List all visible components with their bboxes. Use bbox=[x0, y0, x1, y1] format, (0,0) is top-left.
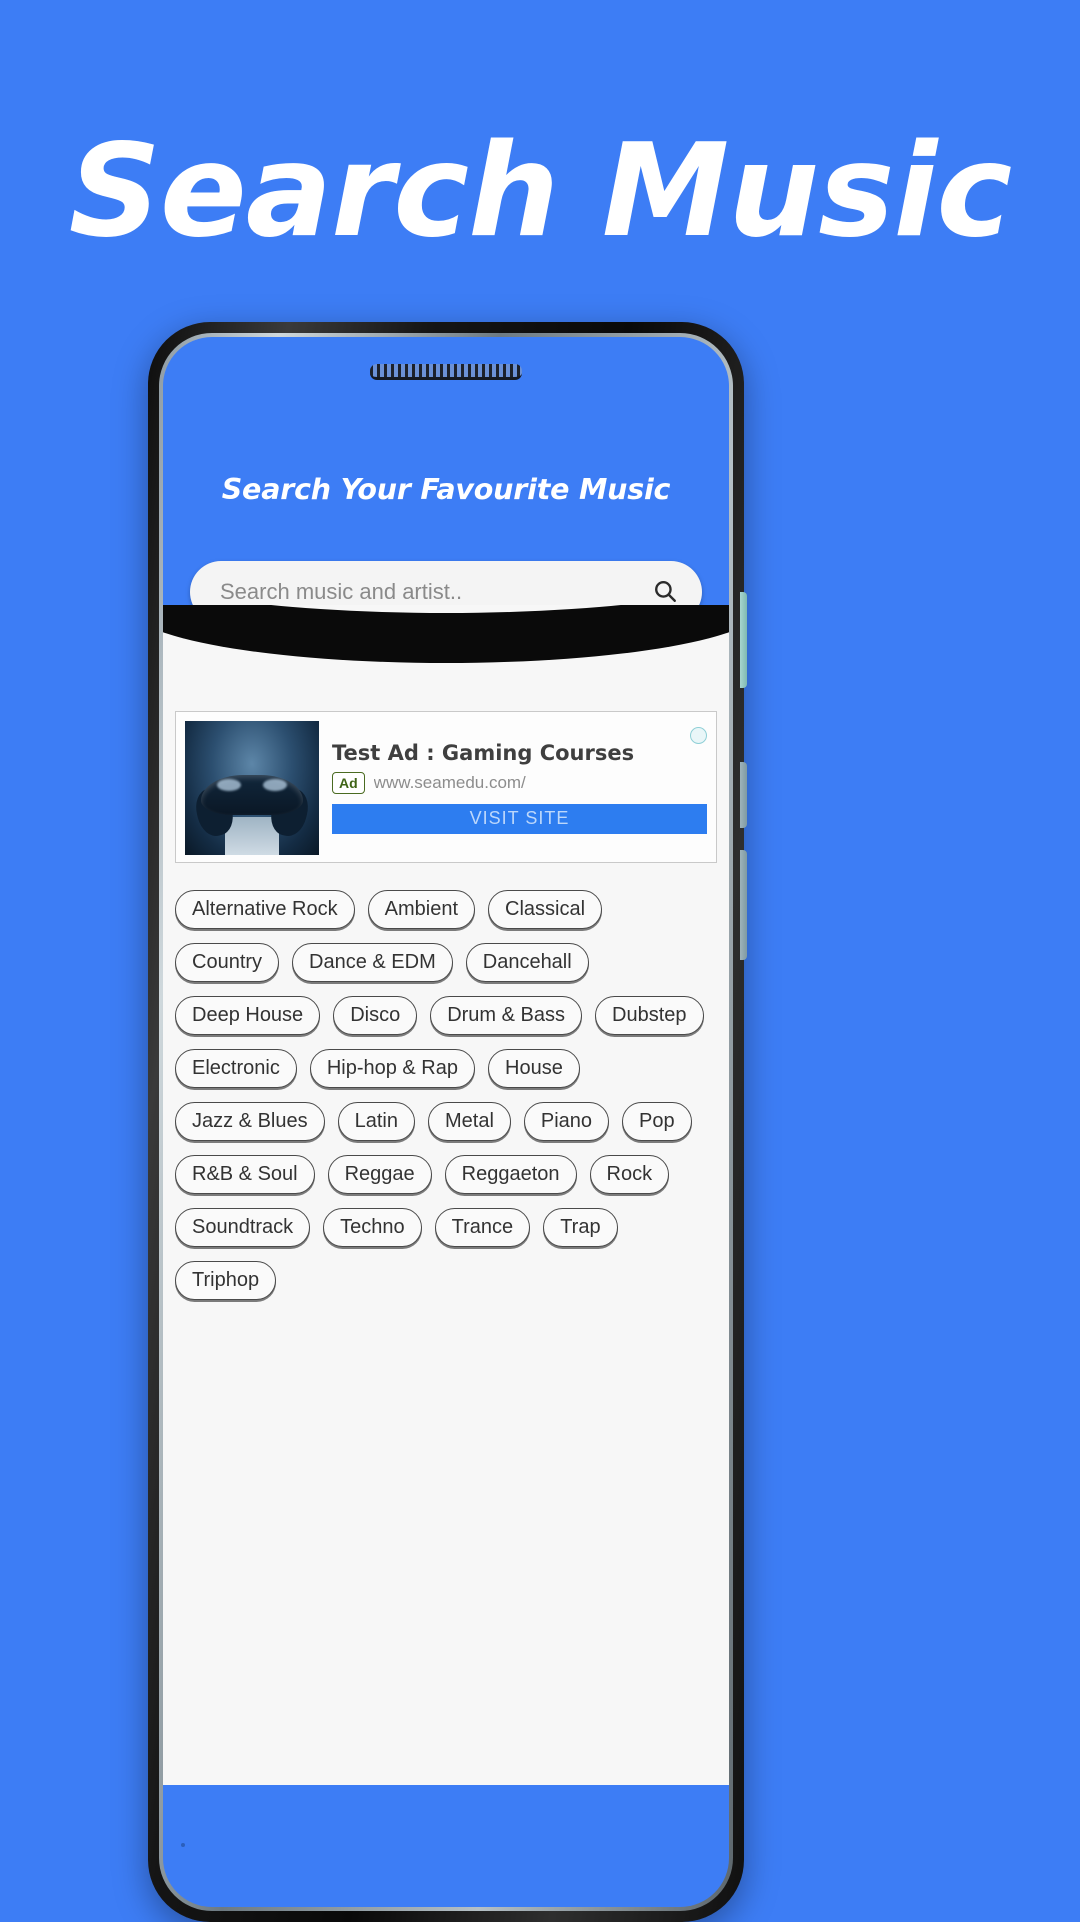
genre-chip-row: Deep House Disco Drum & Bass Dubstep bbox=[173, 996, 719, 1035]
genre-chip-row: Electronic Hip-hop & Rap House bbox=[173, 1049, 719, 1088]
genre-chip-row: Soundtrack Techno Trance Trap bbox=[173, 1208, 719, 1247]
ad-title: Test Ad : Gaming Courses bbox=[332, 740, 635, 765]
content-sheet: Test Ad : Gaming Courses Ad www.seamedu.… bbox=[163, 605, 729, 1785]
genre-chip[interactable]: R&B & Soul bbox=[175, 1155, 315, 1194]
genre-chip[interactable]: Drum & Bass bbox=[430, 996, 583, 1035]
genre-chip-row: Alternative Rock Ambient Classical bbox=[173, 890, 719, 929]
genre-chip-list: Alternative Rock Ambient Classical Country D… bbox=[173, 890, 719, 1785]
genre-chip[interactable]: Latin bbox=[337, 1102, 415, 1141]
phone-volume-down-button bbox=[740, 850, 747, 960]
search-input[interactable] bbox=[218, 578, 646, 606]
genre-chip[interactable]: Hip-hop & Rap bbox=[309, 1049, 475, 1088]
genre-chip-row: Jazz & Blues Latin Metal Piano Pop bbox=[173, 1102, 719, 1141]
phone-bezel: Search Your Favourite Music Search music… bbox=[159, 333, 733, 1911]
genre-chip[interactable]: Dancehall bbox=[465, 943, 589, 982]
genre-chip[interactable]: Techno bbox=[323, 1208, 422, 1247]
ad-badge: Ad bbox=[332, 771, 365, 794]
promo-title: Search Music bbox=[68, 117, 1013, 266]
genre-chip[interactable]: Reggae bbox=[327, 1155, 432, 1194]
search-icon bbox=[652, 578, 678, 607]
genre-chip[interactable]: Electronic bbox=[175, 1049, 297, 1088]
ad-banner[interactable]: Test Ad : Gaming Courses Ad www.seamedu.… bbox=[175, 711, 717, 863]
genre-chip[interactable]: House bbox=[488, 1049, 580, 1088]
genre-chip-row: R&B & Soul Reggae Reggaeton Rock bbox=[173, 1155, 719, 1194]
genre-chip[interactable]: Trance bbox=[434, 1208, 531, 1247]
phone-mockup: Search Your Favourite Music Search music… bbox=[148, 322, 747, 1922]
ad-url: www.seamedu.com/ bbox=[373, 772, 526, 792]
genre-chip-row: Country Dance & EDM Dancehall bbox=[173, 943, 719, 982]
genre-chip[interactable]: Ambient bbox=[367, 890, 475, 929]
genre-chip-row: Triphop bbox=[173, 1261, 719, 1300]
phone-volume-up-button bbox=[740, 762, 747, 828]
ad-body: Test Ad : Gaming Courses Ad www.seamedu.… bbox=[319, 721, 707, 853]
gamepad-icon bbox=[201, 774, 303, 815]
genre-chip[interactable]: Piano bbox=[523, 1102, 610, 1141]
ad-choices-icon[interactable] bbox=[690, 726, 707, 744]
gamepad-highlight-right bbox=[262, 778, 287, 791]
genre-chip[interactable]: Pop bbox=[622, 1102, 692, 1141]
genre-chip[interactable]: Classical bbox=[488, 890, 603, 929]
sheet-curve-decoration bbox=[163, 605, 729, 663]
ad-url-row: Ad www.seamedu.com/ bbox=[332, 771, 707, 794]
app-header-title: Search Your Favourite Music bbox=[221, 473, 671, 506]
genre-chip[interactable]: Dubstep bbox=[595, 996, 704, 1035]
genre-chip[interactable]: Disco bbox=[333, 996, 418, 1035]
ad-thumbnail-image bbox=[185, 721, 319, 855]
genre-chip[interactable]: Country bbox=[175, 943, 280, 982]
genre-chip[interactable]: Soundtrack bbox=[175, 1208, 311, 1247]
visit-site-button[interactable]: VISIT SITE bbox=[332, 803, 707, 834]
phone-speaker-notch bbox=[370, 364, 522, 380]
phone-side-button-top bbox=[740, 592, 747, 688]
genre-chip[interactable]: Triphop bbox=[175, 1261, 277, 1300]
genre-chip[interactable]: Reggaeton bbox=[444, 1155, 577, 1194]
genre-chip[interactable]: Deep House bbox=[175, 996, 321, 1035]
genre-chip[interactable]: Dance & EDM bbox=[292, 943, 453, 982]
screen-corner-dot bbox=[181, 1843, 185, 1847]
genre-chip[interactable]: Trap bbox=[543, 1208, 618, 1247]
gamepad-highlight-left bbox=[217, 778, 242, 791]
phone-screen: Search Your Favourite Music Search music… bbox=[163, 337, 729, 1907]
genre-chip[interactable]: Metal bbox=[427, 1102, 511, 1141]
genre-chip[interactable]: Rock bbox=[589, 1155, 670, 1194]
genre-chip[interactable]: Alternative Rock bbox=[175, 890, 355, 929]
genre-chip[interactable]: Jazz & Blues bbox=[175, 1102, 325, 1141]
